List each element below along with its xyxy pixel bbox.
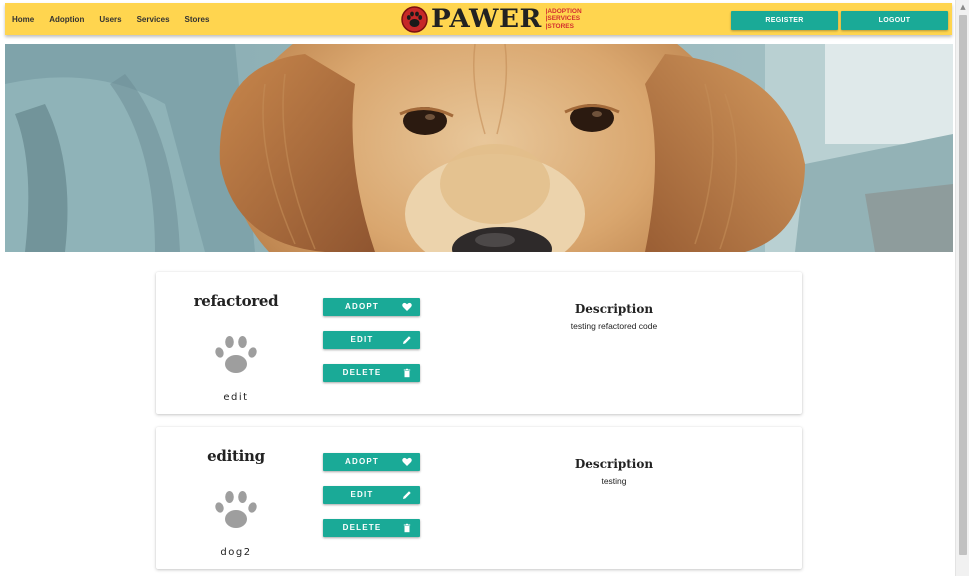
adopt-button-label: ADOPT bbox=[345, 302, 379, 311]
pencil-icon bbox=[403, 491, 411, 499]
paw-icon bbox=[215, 336, 257, 373]
description-title: Description bbox=[574, 302, 654, 316]
description-text: testing refactored code bbox=[570, 321, 658, 331]
pet-name: editing bbox=[207, 447, 265, 465]
description-title: Description bbox=[574, 457, 654, 471]
pet-name: refactored bbox=[193, 292, 279, 310]
nav-link-stores[interactable]: Stores bbox=[185, 15, 210, 24]
edit-button[interactable]: EDIT bbox=[323, 331, 420, 349]
hero-banner-image bbox=[5, 44, 953, 252]
delete-button[interactable]: DELETE bbox=[323, 364, 420, 382]
heart-icon bbox=[402, 457, 412, 466]
scroll-up-arrow-icon[interactable]: ▲ bbox=[956, 0, 969, 14]
nav-links: Home Adoption Users Services Stores bbox=[12, 3, 224, 35]
delete-button-label: DELETE bbox=[342, 523, 382, 532]
brand-logo-link[interactable]: PAWER |ADOPTION |SERVICES |STORES bbox=[401, 5, 582, 33]
adopt-button[interactable]: ADOPT bbox=[323, 453, 420, 471]
brand-name: PAWER bbox=[431, 4, 542, 33]
logout-button[interactable]: LOGOUT bbox=[841, 11, 948, 30]
delete-button[interactable]: DELETE bbox=[323, 519, 420, 537]
heart-icon bbox=[402, 302, 412, 311]
brand-subtitle-adoption: |ADOPTION bbox=[545, 7, 582, 15]
nav-link-adoption[interactable]: Adoption bbox=[49, 15, 84, 24]
description-text: testing bbox=[601, 476, 627, 486]
top-navbar: Home Adoption Users Services Stores PAWE… bbox=[5, 3, 952, 35]
register-button[interactable]: REGISTER bbox=[731, 11, 838, 30]
edit-button[interactable]: EDIT bbox=[323, 486, 420, 504]
nav-link-home[interactable]: Home bbox=[12, 15, 34, 24]
nav-link-users[interactable]: Users bbox=[99, 15, 121, 24]
pet-breed: edit bbox=[223, 392, 249, 403]
trash-icon bbox=[403, 368, 411, 378]
paw-logo-icon bbox=[401, 5, 428, 33]
trash-icon bbox=[403, 523, 411, 533]
delete-button-label: DELETE bbox=[342, 368, 382, 377]
pet-card: refactored edit ADOPT EDIT DELETE Descri… bbox=[156, 272, 802, 414]
golden-retriever-puppy-photo bbox=[5, 44, 953, 252]
edit-button-label: EDIT bbox=[350, 335, 374, 344]
adopt-button-label: ADOPT bbox=[345, 457, 379, 466]
pet-breed: dog2 bbox=[220, 547, 252, 558]
pet-card: editing dog2 ADOPT EDIT DELETE Descripti… bbox=[156, 427, 802, 569]
brand-subtitle: |ADOPTION |SERVICES |STORES bbox=[545, 8, 582, 31]
page-viewport: Home Adoption Users Services Stores PAWE… bbox=[0, 0, 955, 576]
brand-subtitle-services: |SERVICES bbox=[545, 15, 581, 23]
adopt-button[interactable]: ADOPT bbox=[323, 298, 420, 316]
vertical-scrollbar[interactable]: ▲ bbox=[955, 0, 969, 576]
scrollbar-thumb[interactable] bbox=[959, 15, 967, 555]
brand-subtitle-stores: |STORES bbox=[545, 22, 574, 30]
nav-link-services[interactable]: Services bbox=[137, 15, 170, 24]
pencil-icon bbox=[403, 336, 411, 344]
paw-icon bbox=[215, 491, 257, 528]
edit-button-label: EDIT bbox=[350, 490, 374, 499]
